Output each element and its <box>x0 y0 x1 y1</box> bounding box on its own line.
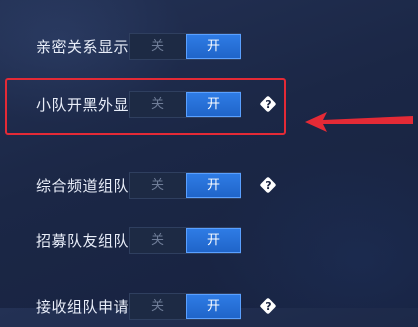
toggle-off-option[interactable]: 关 <box>130 294 185 319</box>
on-off-toggle[interactable]: 关 开 <box>129 172 241 199</box>
setting-label: 招募队友组队 <box>35 232 129 250</box>
setting-label: 综合频道组队 <box>35 177 129 195</box>
toggle-on-option[interactable]: 开 <box>186 34 241 59</box>
help-icon[interactable]: ? <box>261 299 276 314</box>
help-icon[interactable]: ? <box>261 178 276 193</box>
pointer-arrow-icon <box>305 112 413 132</box>
help-glyph: ? <box>265 179 272 192</box>
toggle-on-option[interactable]: 开 <box>186 173 241 198</box>
setting-label: 亲密关系显示 <box>35 38 129 56</box>
toggle-on-option[interactable]: 开 <box>186 294 241 319</box>
highlight-box <box>5 78 286 135</box>
toggle-on-option[interactable]: 开 <box>186 228 241 253</box>
setting-row-channel-team: 综合频道组队 关 开 ? <box>0 166 418 206</box>
on-off-toggle[interactable]: 关 开 <box>129 227 241 254</box>
setting-row-intimacy-display: 亲密关系显示 关 开 <box>0 27 418 67</box>
toggle-off-option[interactable]: 关 <box>130 173 185 198</box>
setting-row-recruit-team: 招募队友组队 关 开 <box>0 221 418 261</box>
on-off-toggle[interactable]: 关 开 <box>129 33 241 60</box>
toggle-off-option[interactable]: 关 <box>130 34 185 59</box>
toggle-off-option[interactable]: 关 <box>130 228 185 253</box>
on-off-toggle[interactable]: 关 开 <box>129 293 241 320</box>
help-glyph: ? <box>265 300 272 313</box>
setting-row-accept-requests: 接收组队申请 关 开 ? <box>0 287 418 327</box>
setting-label: 接收组队申请 <box>35 298 129 316</box>
